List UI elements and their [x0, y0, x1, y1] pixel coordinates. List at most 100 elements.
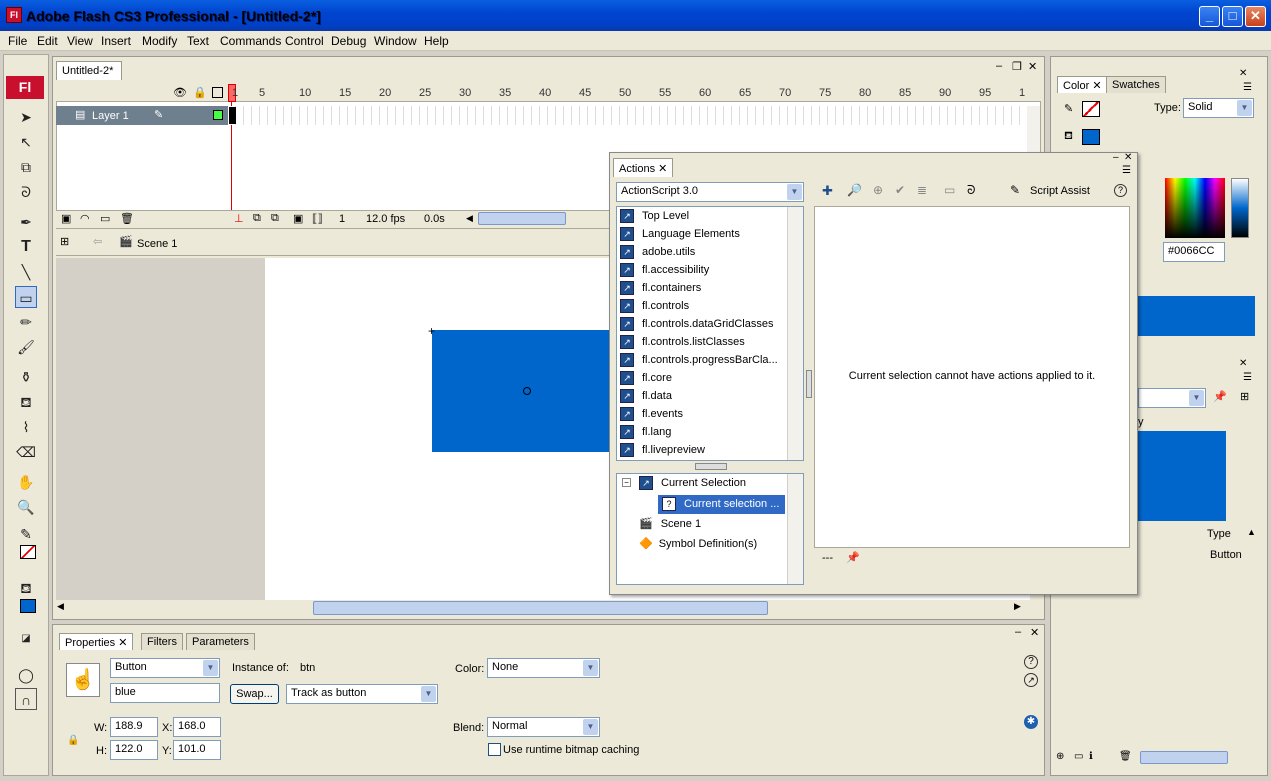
line-tool-icon[interactable]: ╲	[15, 261, 37, 283]
eyedropper-tool-icon[interactable]: ⌇	[15, 416, 37, 438]
stage-scroll-right-icon[interactable]: ▶	[1014, 601, 1021, 612]
symbol-definitions-node[interactable]: 🔶 Symbol Definition(s)	[639, 537, 757, 550]
onion-skin-icon[interactable]: ⧉	[253, 212, 261, 225]
stroke-color-swatch[interactable]	[20, 545, 36, 559]
scene-name[interactable]: Scene 1	[137, 238, 177, 250]
eraser-tool-icon[interactable]: ⌫	[15, 441, 37, 463]
onion-markers-icon[interactable]: ⟦⟧	[312, 212, 323, 225]
library-item-type[interactable]: Button	[1210, 549, 1242, 561]
current-selection-node[interactable]: ↗ Current Selection	[639, 476, 746, 490]
add-statement-icon[interactable]: ✚	[822, 183, 833, 199]
menu-debug[interactable]: Debug	[328, 32, 369, 50]
swap-colors-icon[interactable]: ◪	[15, 628, 37, 650]
toolbox-item[interactable]: ↗ fl.core	[620, 371, 672, 389]
library-menu-icon[interactable]: ☰	[1243, 372, 1252, 383]
brightness-slider[interactable]	[1231, 178, 1249, 238]
toolbox-item[interactable]: ↗ fl.controls.dataGridClasses	[620, 317, 773, 335]
instance-name-input[interactable]: blue	[110, 683, 220, 703]
menu-view[interactable]: View	[64, 32, 96, 50]
zoom-tool-icon[interactable]: 🔍	[15, 496, 37, 518]
fill-swatch[interactable]	[1082, 129, 1100, 145]
document-tab[interactable]: Untitled-2*	[56, 61, 122, 80]
tab-properties[interactable]: Properties ✕	[59, 633, 134, 650]
toolbox-item[interactable]: ↗ fl.events	[620, 407, 683, 425]
y-input[interactable]: 101.0	[173, 740, 221, 760]
code-hint-icon[interactable]: ▭	[944, 183, 955, 197]
menu-text[interactable]: Text	[184, 32, 212, 50]
toolbox-item[interactable]: ↗ Language Elements	[620, 227, 740, 245]
layer-frames[interactable]	[228, 106, 1028, 125]
color-spectrum[interactable]	[1165, 178, 1225, 238]
text-tool-icon[interactable]: T	[15, 236, 37, 258]
center-frame-icon[interactable]: ⊥	[234, 212, 244, 225]
new-folder-icon[interactable]: ▭	[1074, 751, 1083, 762]
scroll-left-icon[interactable]: ◀	[463, 211, 476, 226]
menu-file[interactable]: File	[5, 32, 30, 50]
toolbox-item[interactable]: ↗ Top Level	[620, 209, 689, 227]
menu-help[interactable]: Help	[421, 32, 452, 50]
library-type-header[interactable]: Type	[1207, 528, 1231, 540]
doc-minimize-icon[interactable]: –	[996, 60, 1002, 72]
stroke-swatch[interactable]	[1082, 101, 1100, 117]
toolbox-item[interactable]: ↗ fl.containers	[620, 281, 701, 299]
pen-tool-icon[interactable]: ✒	[15, 211, 37, 233]
x-input[interactable]: 168.0	[173, 717, 221, 737]
toolbox-item[interactable]: ↗ fl.controls.listClasses	[620, 335, 745, 353]
auto-format-icon[interactable]: ≣	[917, 183, 927, 197]
toolbox-item[interactable]: ↗ fl.accessibility	[620, 263, 709, 281]
edit-bar-toggle-icon[interactable]: ⊞	[60, 235, 69, 248]
actions-close-icon[interactable]: ✕	[1124, 152, 1132, 163]
tab-swatches[interactable]: Swatches	[1106, 76, 1166, 93]
pin-script-icon[interactable]: 📌	[846, 551, 860, 564]
menu-window[interactable]: Window	[371, 32, 420, 50]
stroke-color-icon[interactable]: ✎	[15, 523, 37, 545]
insert-target-path-icon[interactable]: ⊕	[873, 183, 883, 197]
swap-button[interactable]: Swap...	[230, 684, 279, 704]
help-icon[interactable]: ?	[1024, 655, 1038, 669]
pane-splitter[interactable]	[695, 463, 727, 470]
subselection-tool-icon[interactable]: ↖	[15, 131, 37, 153]
object-drawing-icon[interactable]: ◯	[15, 664, 37, 686]
toolbox-item[interactable]: ↗ fl.data	[620, 389, 672, 407]
insert-layer-icon[interactable]: ▣	[61, 212, 71, 225]
fill-color-swatch[interactable]	[20, 599, 36, 613]
symbol-type-select[interactable]: Button	[110, 658, 220, 678]
props-minimize-icon[interactable]: –	[1015, 626, 1021, 638]
layer-outline-color-icon[interactable]	[213, 110, 223, 120]
snap-to-objects-icon[interactable]: ∩	[15, 688, 37, 710]
minimize-button[interactable]: _	[1199, 6, 1220, 27]
add-motion-guide-icon[interactable]: ◠	[80, 212, 90, 225]
menu-modify[interactable]: Modify	[139, 32, 180, 50]
lock-layers-icon[interactable]: 🔒	[193, 86, 207, 99]
doc-restore-icon[interactable]: ❐	[1012, 60, 1022, 73]
hex-input[interactable]: #0066CC	[1163, 242, 1225, 262]
show-hide-layers-icon[interactable]: 👁	[173, 86, 187, 99]
menu-commands[interactable]: Commands	[217, 32, 284, 50]
library-select[interactable]	[1138, 388, 1206, 408]
selection-tool-icon[interactable]: ➤	[15, 106, 37, 128]
scene-node[interactable]: 🎬 Scene 1	[639, 517, 701, 530]
pencil-tool-icon[interactable]: ✏	[15, 311, 37, 333]
sort-order-icon[interactable]: ▲	[1247, 527, 1256, 537]
height-input[interactable]: 122.0	[110, 740, 158, 760]
actions-minimize-icon[interactable]: –	[1113, 152, 1119, 163]
toolbox-item[interactable]: ↗ fl.controls.progressBarCla...	[620, 353, 778, 371]
language-select[interactable]: ActionScript 3.0	[616, 182, 804, 202]
width-input[interactable]: 188.9	[110, 717, 158, 737]
collapse-icon[interactable]: −	[622, 478, 631, 487]
tab-color[interactable]: Color ✕	[1057, 76, 1108, 93]
delete-item-icon[interactable]: 🗑	[1119, 751, 1132, 762]
edit-multiple-frames-icon[interactable]: ▣	[293, 212, 303, 225]
accessibility-icon[interactable]: ✱	[1024, 715, 1038, 729]
delete-layer-icon[interactable]: 🗑	[120, 212, 134, 225]
paint-bucket-tool-icon[interactable]: ⛾	[15, 391, 37, 413]
tab-parameters[interactable]: Parameters	[186, 633, 255, 650]
actionscript-icon[interactable]: ↗	[1024, 673, 1038, 687]
navigator-vscroll[interactable]	[787, 474, 803, 584]
rectangle-tool-icon[interactable]: ▭	[15, 286, 37, 308]
back-arrow-icon[interactable]: ⇦	[93, 235, 102, 248]
find-icon[interactable]: 🔎	[847, 183, 862, 197]
check-syntax-icon[interactable]: ✔	[895, 183, 905, 197]
fill-type-select[interactable]: Solid	[1183, 98, 1254, 118]
properties-icon[interactable]: ℹ	[1089, 751, 1093, 762]
